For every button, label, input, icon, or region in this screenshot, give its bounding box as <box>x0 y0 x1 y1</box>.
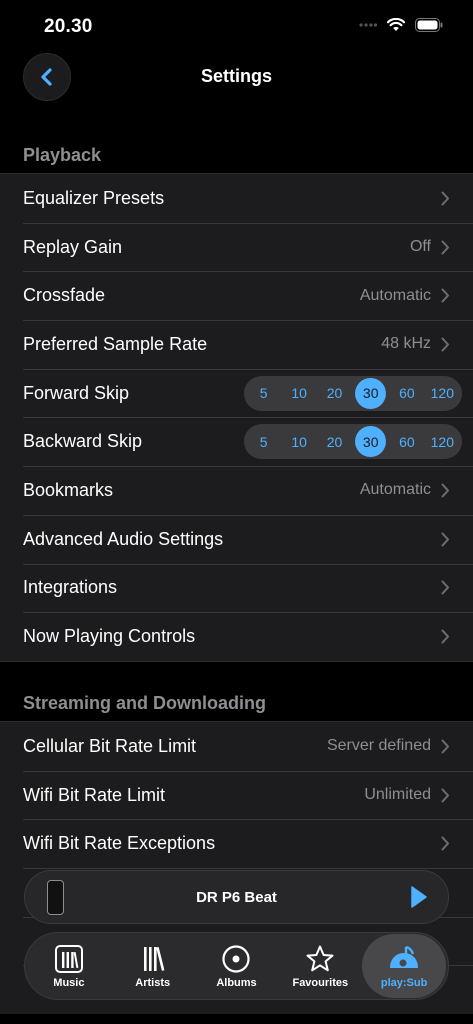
chevron-right-icon <box>441 580 449 595</box>
chevron-right-icon <box>441 532 449 547</box>
playsub-logo-icon <box>390 945 419 971</box>
forward-skip-option[interactable]: 60 <box>389 378 424 409</box>
row-replay-gain[interactable]: Replay Gain Off <box>0 222 473 272</box>
music-library-icon <box>54 944 83 973</box>
star-icon <box>306 945 334 971</box>
row-label: Wifi Bit Rate Limit <box>23 784 166 805</box>
backward-skip-option[interactable]: 20 <box>317 426 352 457</box>
play-icon[interactable] <box>410 885 428 909</box>
tab-label: Albums <box>216 976 257 989</box>
tab-music[interactable]: Music <box>27 934 111 998</box>
row-label: Advanced Audio Settings <box>23 528 224 549</box>
forward-skip-segmented-control: 5 10 20 30 60 120 <box>244 375 462 411</box>
tab-label: Favourites <box>292 976 349 989</box>
row-value: Automatic <box>359 481 431 499</box>
status-icons <box>359 18 443 32</box>
row-label: Cellular Bit Rate Limit <box>23 735 197 756</box>
row-value: 48 kHz <box>381 335 431 353</box>
row-wifi-bit-rate-exceptions[interactable]: Wifi Bit Rate Exceptions <box>0 819 473 868</box>
chevron-right-icon <box>441 836 449 851</box>
row-now-playing-controls[interactable]: Now Playing Controls <box>0 612 473 661</box>
backward-skip-option-selected[interactable]: 30 <box>355 426 387 458</box>
row-advanced-audio-settings[interactable]: Advanced Audio Settings <box>0 514 473 564</box>
backward-skip-option[interactable]: 120 <box>425 426 460 457</box>
status-time: 20.30 <box>44 16 93 37</box>
forward-skip-option[interactable]: 120 <box>425 378 460 409</box>
section-header-streaming: Streaming and Downloading <box>23 693 267 713</box>
playback-group: Equalizer Presets Replay Gain Off Crossf… <box>0 173 473 662</box>
row-label: Now Playing Controls <box>23 626 196 647</box>
backward-skip-segmented-control: 5 10 20 30 60 120 <box>244 424 462 460</box>
forward-skip-option[interactable]: 10 <box>281 378 316 409</box>
mini-player[interactable]: DR P6 Beat <box>24 870 449 924</box>
row-value: Server defined <box>326 737 431 755</box>
row-label: Bookmarks <box>23 479 114 500</box>
row-value: Off <box>409 238 431 256</box>
tab-bar: Music Artists Albums Favourites play:Sub <box>24 932 449 1000</box>
page-title: Settings <box>200 66 272 86</box>
tab-albums[interactable]: Albums <box>195 934 279 998</box>
backward-skip-option[interactable]: 10 <box>281 426 316 457</box>
row-value: Unlimited <box>364 786 431 804</box>
cellular-signal-icon <box>359 19 377 31</box>
chevron-right-icon <box>441 240 449 255</box>
chevron-right-icon <box>441 739 449 754</box>
chevron-right-icon <box>441 483 449 498</box>
row-label: Preferred Sample Rate <box>23 333 208 354</box>
tab-label: Music <box>53 976 85 989</box>
row-integrations[interactable]: Integrations <box>0 563 473 613</box>
row-value: Automatic <box>359 286 431 304</box>
row-label: Wifi Bit Rate Exceptions <box>23 833 216 854</box>
chevron-right-icon <box>441 788 449 803</box>
row-forward-skip: Forward Skip 5 10 20 30 60 120 <box>0 368 473 418</box>
wifi-icon <box>387 18 405 32</box>
tab-artists[interactable]: Artists <box>111 934 195 998</box>
row-bookmarks[interactable]: Bookmarks Automatic <box>0 466 473 515</box>
backward-skip-option[interactable]: 5 <box>246 426 281 457</box>
status-bar: 20.30 <box>0 0 473 50</box>
chevron-right-icon <box>441 629 449 644</box>
row-wifi-bit-rate-limit[interactable]: Wifi Bit Rate Limit Unlimited <box>0 770 473 820</box>
row-label: Equalizer Presets <box>23 187 165 208</box>
tab-label: Artists <box>135 976 171 989</box>
forward-skip-option[interactable]: 5 <box>246 378 281 409</box>
row-label: Replay Gain <box>23 236 123 257</box>
artists-icon <box>143 946 165 971</box>
chevron-right-icon <box>441 337 449 352</box>
chevron-right-icon <box>441 191 449 206</box>
album-disc-icon <box>222 944 251 973</box>
row-label: Backward Skip <box>23 431 143 452</box>
settings-screen: 20.30 Settings Playback Equalizer Preset… <box>0 0 473 1024</box>
row-label: Crossfade <box>23 285 106 306</box>
row-preferred-sample-rate[interactable]: Preferred Sample Rate 48 kHz <box>0 320 473 369</box>
forward-skip-option-selected[interactable]: 30 <box>355 377 387 409</box>
row-equalizer-presets[interactable]: Equalizer Presets <box>0 174 473 223</box>
section-header-playback: Playback <box>23 145 102 165</box>
chevron-right-icon <box>441 288 449 303</box>
mini-player-title: DR P6 Beat <box>196 889 277 906</box>
battery-icon <box>415 18 443 32</box>
backward-skip-option[interactable]: 60 <box>389 426 424 457</box>
row-backward-skip: Backward Skip 5 10 20 30 60 120 <box>0 417 473 466</box>
row-crossfade[interactable]: Crossfade Automatic <box>0 271 473 320</box>
tab-label: play:Sub <box>380 976 428 989</box>
row-cellular-bit-rate-limit[interactable]: Cellular Bit Rate Limit Server defined <box>0 722 473 771</box>
row-label: Integrations <box>23 577 118 598</box>
row-label: Forward Skip <box>23 382 130 403</box>
forward-skip-option[interactable]: 20 <box>317 378 352 409</box>
tab-favourites[interactable]: Favourites <box>278 934 362 998</box>
tab-playsub[interactable]: play:Sub <box>362 934 446 998</box>
